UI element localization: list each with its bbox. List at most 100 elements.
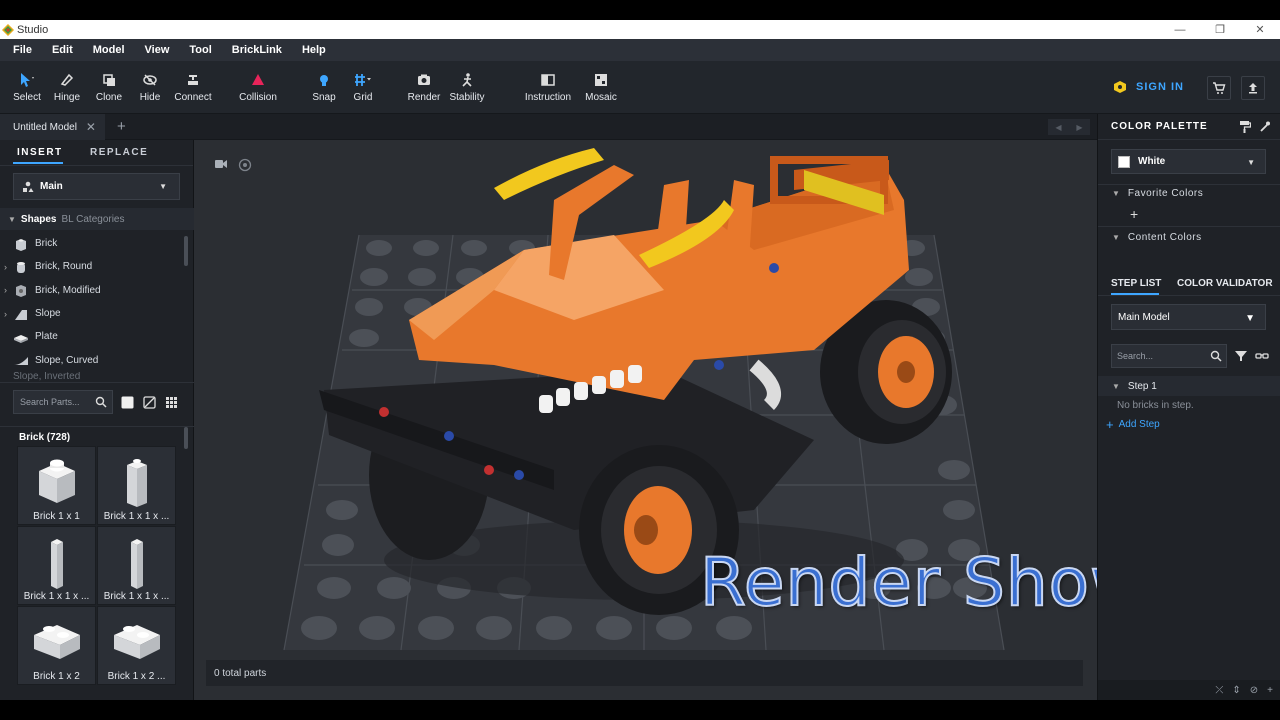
part-label: Brick 1 x 1 x ... — [23, 591, 90, 602]
step-row[interactable]: ▼ Step 1 — [1098, 376, 1280, 396]
chevron-right-icon[interactable]: › — [4, 309, 7, 319]
document-tab-strip: Untitled Model ✕ + ◀ ▶ — [0, 114, 1097, 140]
brick-icon — [16, 238, 26, 251]
mosaic-tool-button[interactable]: Mosaic — [573, 71, 629, 103]
glasses-icon[interactable] — [1255, 350, 1269, 362]
cart-button[interactable] — [1207, 76, 1231, 100]
add-icon[interactable]: + — [1267, 685, 1273, 696]
stability-tool-button[interactable]: Stability — [439, 71, 495, 103]
menu-view[interactable]: View — [145, 44, 170, 56]
tab-replace[interactable]: REPLACE — [90, 147, 148, 158]
part-label: Brick 1 x 1 — [33, 511, 80, 522]
menu-edit[interactable]: Edit — [52, 44, 73, 56]
hinge-icon — [59, 71, 75, 89]
minimize-button[interactable]: — — [1160, 20, 1200, 39]
tab-color-validator[interactable]: COLOR VALIDATOR — [1177, 278, 1273, 289]
active-tab-indicator — [13, 162, 63, 164]
add-tab-button[interactable]: + — [117, 118, 126, 135]
step-label: Step 1 — [1127, 380, 1157, 392]
chevron-right-icon[interactable]: › — [4, 262, 7, 272]
document-tab[interactable]: Untitled Model ✕ — [0, 114, 105, 140]
category-item[interactable]: Slope, Inverted — [0, 372, 186, 382]
filter-icon[interactable] — [1235, 350, 1247, 362]
parts-scrollbar[interactable] — [184, 427, 188, 449]
orbit-target-icon[interactable] — [238, 158, 252, 172]
part-tile[interactable]: Brick 1 x 1 — [17, 446, 96, 525]
connect-icon — [185, 71, 201, 89]
add-favorite-color-button[interactable]: + — [1130, 206, 1138, 222]
instruction-tool-button[interactable]: Instruction — [520, 71, 576, 103]
favorite-colors-section[interactable]: ▼ Favorite Colors — [1098, 183, 1280, 203]
paint-roller-icon[interactable] — [1239, 120, 1251, 133]
menu-help[interactable]: Help — [302, 44, 326, 56]
clone-icon — [101, 71, 117, 89]
part-tile[interactable]: Brick 1 x 2 — [17, 606, 96, 685]
step-search-field[interactable] — [1111, 344, 1227, 368]
collision-icon — [250, 71, 266, 89]
plate-icon — [14, 334, 28, 343]
category-label: Slope — [35, 308, 61, 320]
add-step-button[interactable]: + Add Step — [1106, 417, 1160, 432]
category-tab-bl[interactable]: BL Categories — [62, 214, 125, 225]
no-color-icon[interactable] — [143, 396, 156, 409]
close-tab-icon[interactable]: ✕ — [86, 120, 96, 134]
expand-all-icon[interactable]: ⇕ — [1232, 685, 1240, 696]
grid-tool-button[interactable]: Grid — [335, 71, 391, 103]
model-select[interactable]: Main Model ▼ — [1111, 304, 1266, 330]
color-select[interactable]: White ▼ — [1111, 149, 1266, 174]
tab-next-icon[interactable]: ▶ — [1076, 123, 1082, 132]
part-tile[interactable]: Brick 1 x 1 x ... — [17, 526, 96, 605]
part-tile[interactable]: Brick 1 x 1 x ... — [97, 446, 176, 525]
menu-file[interactable]: File — [13, 44, 32, 56]
connect-tool-button[interactable]: Connect — [165, 71, 221, 103]
category-item[interactable]: Brick — [0, 232, 186, 255]
hide-steps-icon[interactable]: ⊘ — [1250, 685, 1258, 696]
category-item[interactable]: Slope, Curved — [0, 348, 186, 371]
menu-bricklink[interactable]: BrickLink — [232, 44, 282, 56]
chevron-down-icon: ▼ — [1247, 158, 1255, 167]
category-item[interactable]: › Brick, Round — [0, 255, 186, 278]
camera-view-icon[interactable] — [214, 158, 228, 170]
chevron-down-icon: ▼ — [1112, 188, 1120, 198]
category-item[interactable]: › Slope — [0, 302, 186, 325]
category-label: Brick, Round — [35, 261, 93, 273]
bricklink-hex-icon — [1114, 81, 1126, 93]
category-tab-shapes[interactable]: Shapes — [21, 214, 57, 225]
palette-select[interactable]: Main ▼ — [13, 173, 180, 200]
tab-insert[interactable]: INSERT — [17, 147, 63, 158]
tab-prev-icon[interactable]: ◀ — [1055, 123, 1061, 132]
step-search-input[interactable] — [1117, 351, 1207, 361]
sign-in-button[interactable]: SIGN IN — [1113, 80, 1184, 94]
3d-viewport[interactable]: Render Show 0 total parts — [194, 140, 1097, 700]
upload-button[interactable] — [1241, 76, 1265, 100]
collision-tool-label: Collision — [239, 92, 277, 103]
parts-search-field[interactable] — [13, 390, 113, 414]
collision-tool-button[interactable]: Collision — [230, 71, 286, 103]
menu-model[interactable]: Model — [93, 44, 125, 56]
parts-search-input[interactable] — [20, 397, 94, 407]
collapse-all-icon[interactable]: ⤫ — [1215, 685, 1223, 696]
category-item[interactable]: › Brick, Modified — [0, 279, 186, 302]
part-tile[interactable]: Brick 1 x 2 ... — [97, 606, 176, 685]
color-palette-title: COLOR PALETTE — [1111, 121, 1208, 132]
part-tile[interactable]: Brick 1 x 1 x ... — [97, 526, 176, 605]
close-window-button[interactable]: ✕ — [1240, 20, 1280, 39]
category-header[interactable]: ▼ Shapes BL Categories — [0, 208, 194, 230]
maximize-button[interactable]: ❐ — [1200, 20, 1240, 39]
chevron-down-icon: ▼ — [1245, 313, 1255, 324]
palette-shapes-icon — [23, 181, 34, 192]
category-item[interactable]: Plate — [0, 325, 186, 348]
tab-step-list[interactable]: STEP LIST — [1111, 278, 1161, 289]
menu-tool[interactable]: Tool — [189, 44, 211, 56]
grid-view-icon[interactable] — [165, 396, 178, 409]
part-label: Brick 1 x 1 x ... — [103, 591, 170, 602]
empty-step-text: No bricks in step. — [1117, 400, 1194, 411]
chevron-right-icon[interactable]: › — [4, 285, 7, 295]
solid-color-icon[interactable] — [121, 396, 134, 409]
grid-tool-label: Grid — [353, 92, 373, 103]
content-colors-section[interactable]: ▼ Content Colors — [1098, 227, 1280, 247]
category-scrollbar[interactable] — [184, 236, 188, 266]
eyedropper-icon[interactable] — [1259, 120, 1271, 133]
modified-brick-icon — [16, 285, 26, 298]
snap-tool-label: Snap — [312, 92, 336, 103]
